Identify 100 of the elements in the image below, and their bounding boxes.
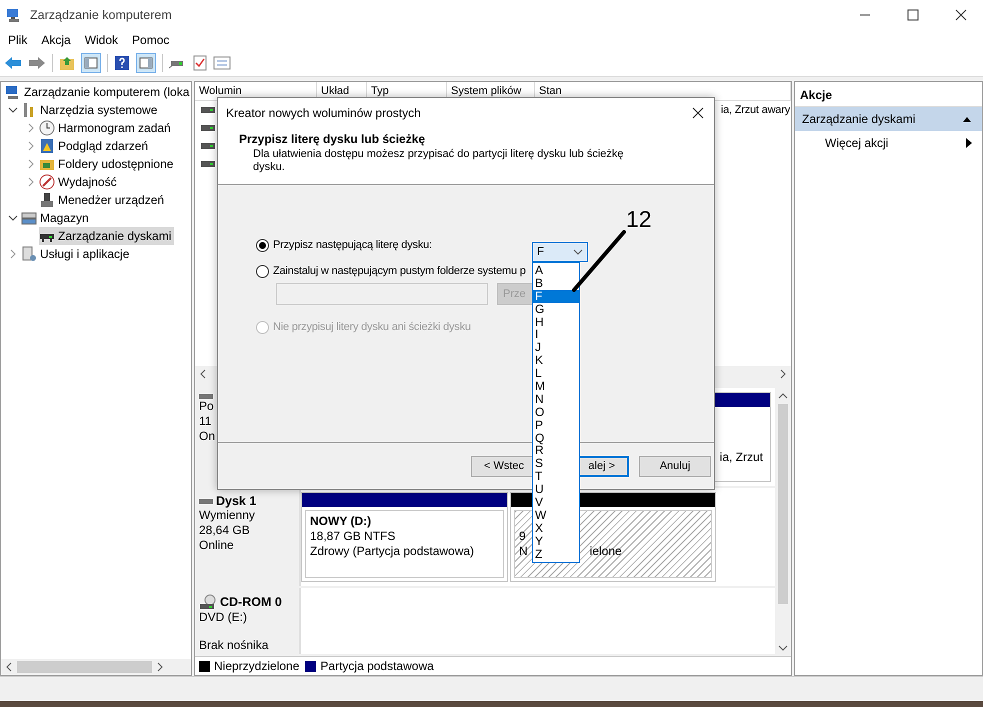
actions-section[interactable]: Zarządzanie dyskami [795,107,982,131]
radio-button[interactable] [256,264,269,278]
scroll-right-icon[interactable] [779,369,787,379]
dropdown-option[interactable]: O [533,406,579,419]
callout-number: 12 [626,206,652,233]
tree-item[interactable]: Usługi i aplikacje [21,245,132,263]
dropdown-option[interactable]: F [533,290,579,303]
submenu-triangle-icon [966,138,972,148]
maximize-icon[interactable] [907,9,919,21]
dropdown-option[interactable]: N [533,392,579,406]
disk-info: 28,64 GB [199,523,251,538]
drive-icon [201,107,215,113]
folder-up-icon[interactable] [59,55,75,71]
dropdown-option[interactable]: A [533,264,579,277]
dropdown-option[interactable]: V [533,496,579,509]
dropdown-option[interactable]: Y [533,534,579,548]
collapse-chevron-icon[interactable] [8,213,18,223]
properties-icon[interactable] [213,56,231,70]
dropdown-option[interactable]: G [533,302,579,316]
tree-item[interactable]: Zarządzanie komputerem (loka [5,83,192,101]
dropdown-option[interactable]: I [533,328,579,342]
dropdown-option[interactable]: Q [533,432,579,444]
close-icon[interactable] [955,9,967,21]
drive-icon [201,161,215,167]
drive-icon [201,125,215,131]
services-icon [21,246,37,262]
dropdown-option[interactable]: P [533,418,579,432]
partition-info: N [519,544,528,559]
tree-item[interactable]: Narzędzia systemowe [21,101,160,119]
pane-toggle-icon[interactable] [136,53,156,73]
tree-item[interactable]: Magazyn [21,209,92,227]
partition-title: NOWY (D:) [310,514,372,529]
disk-name: Dysk 1 [216,494,256,508]
partition-info: 18,87 GB NTFS [310,529,396,544]
drive-letter-dropdown[interactable]: F [532,242,588,262]
dropdown-option[interactable]: W [533,508,579,522]
expand-chevron-icon[interactable] [26,123,36,133]
dialog-heading: Przypisz literę dysku lub ścieżkę [239,132,426,146]
tree-item[interactable]: Harmonogram zadań [39,119,174,137]
table-cell: ia, Zrzut awary [720,104,791,116]
disk-info: DVD (E:) [199,610,248,625]
tree-item[interactable]: Menedżer urządzeń [39,191,168,209]
dialog-title: Kreator nowych woluminów prostych [226,106,421,120]
expand-chevron-icon[interactable] [26,141,36,151]
expand-chevron-icon[interactable] [26,177,36,187]
gauge-icon [39,174,55,190]
dropdown-option[interactable]: H [533,316,579,328]
tree-item[interactable]: Podgląd zdarzeń [39,137,152,155]
dropdown-chevron-icon [573,249,583,255]
scroll-right-icon[interactable] [156,662,164,672]
collapse-chevron-icon[interactable] [8,105,18,115]
action-item[interactable]: Więcej akcji [795,131,982,155]
partition-info: Zdrowy (Partycja podstawowa) [310,544,474,559]
close-icon[interactable] [692,107,704,119]
cd-drive-icon [199,594,217,610]
scroll-up-icon[interactable] [778,392,788,400]
log-icon [39,138,55,154]
checklist-icon[interactable] [193,55,207,71]
tree-item[interactable]: Foldery udostępnione [39,155,176,173]
pane-toggle-icon[interactable] [81,53,101,73]
disk-status: Brak nośnika [199,638,270,652]
disk-name: CD-ROM 0 [220,595,282,609]
drive-icon [201,143,215,149]
disk-info: Wymienny [199,508,256,523]
cancel-button[interactable]: Anuluj [639,456,711,476]
option-label: Zainstaluj w następującym pustym folderze systemu p [273,265,526,277]
partition[interactable]: NOWY (D:) 18,87 GB NTFS Zdrowy (Partycja podstawowa) [301,492,508,582]
dropdown-option[interactable]: X [533,522,579,535]
dropdown-option[interactable]: R [533,444,579,458]
collapse-triangle-icon[interactable] [962,115,972,123]
dropdown-option[interactable]: K [533,354,579,368]
computer-icon [5,84,21,100]
forward-arrow-icon[interactable] [28,56,46,70]
tree-item[interactable]: Zarządzanie dyskami [39,227,174,245]
help-icon[interactable] [114,55,130,71]
dropdown-option[interactable]: M [533,380,579,393]
scroll-left-icon[interactable] [5,662,13,672]
dropdown-option[interactable]: Z [533,548,579,560]
radio-button[interactable] [256,238,269,252]
dropdown-option[interactable]: L [533,367,579,380]
horizontal-scrollbar[interactable] [1,659,191,675]
dialog-description: Dla ułatwienia dostępu możesz przypisać do partycji literę dysku lub ścieżkę dysku. [252,148,625,174]
clock-icon [39,120,55,136]
expand-chevron-icon[interactable] [26,159,36,169]
menu-item[interactable]: Plik [8,33,28,47]
expand-chevron-icon[interactable] [8,249,18,259]
option-label: Nie przypisuj litery dysku ani ścieżki dysku [273,321,471,333]
partition-info: ia, Zrzut [720,450,763,465]
tree-item[interactable]: Wydajność [39,173,120,191]
dropdown-option[interactable]: J [533,341,579,354]
back-arrow-icon[interactable] [4,56,22,70]
menu-item[interactable]: Widok [84,33,118,47]
scroll-down-icon[interactable] [778,644,788,652]
menu-item[interactable]: Pomoc [132,33,170,47]
scroll-left-icon[interactable] [199,369,207,379]
option-label: Przypisz następującą literę dysku: [273,239,432,251]
vertical-scrollbar[interactable] [775,388,791,656]
menu-item[interactable]: Akcja [41,33,71,47]
legend-label: Nieprzydzielone [214,659,300,673]
computer-icon [6,7,22,23]
